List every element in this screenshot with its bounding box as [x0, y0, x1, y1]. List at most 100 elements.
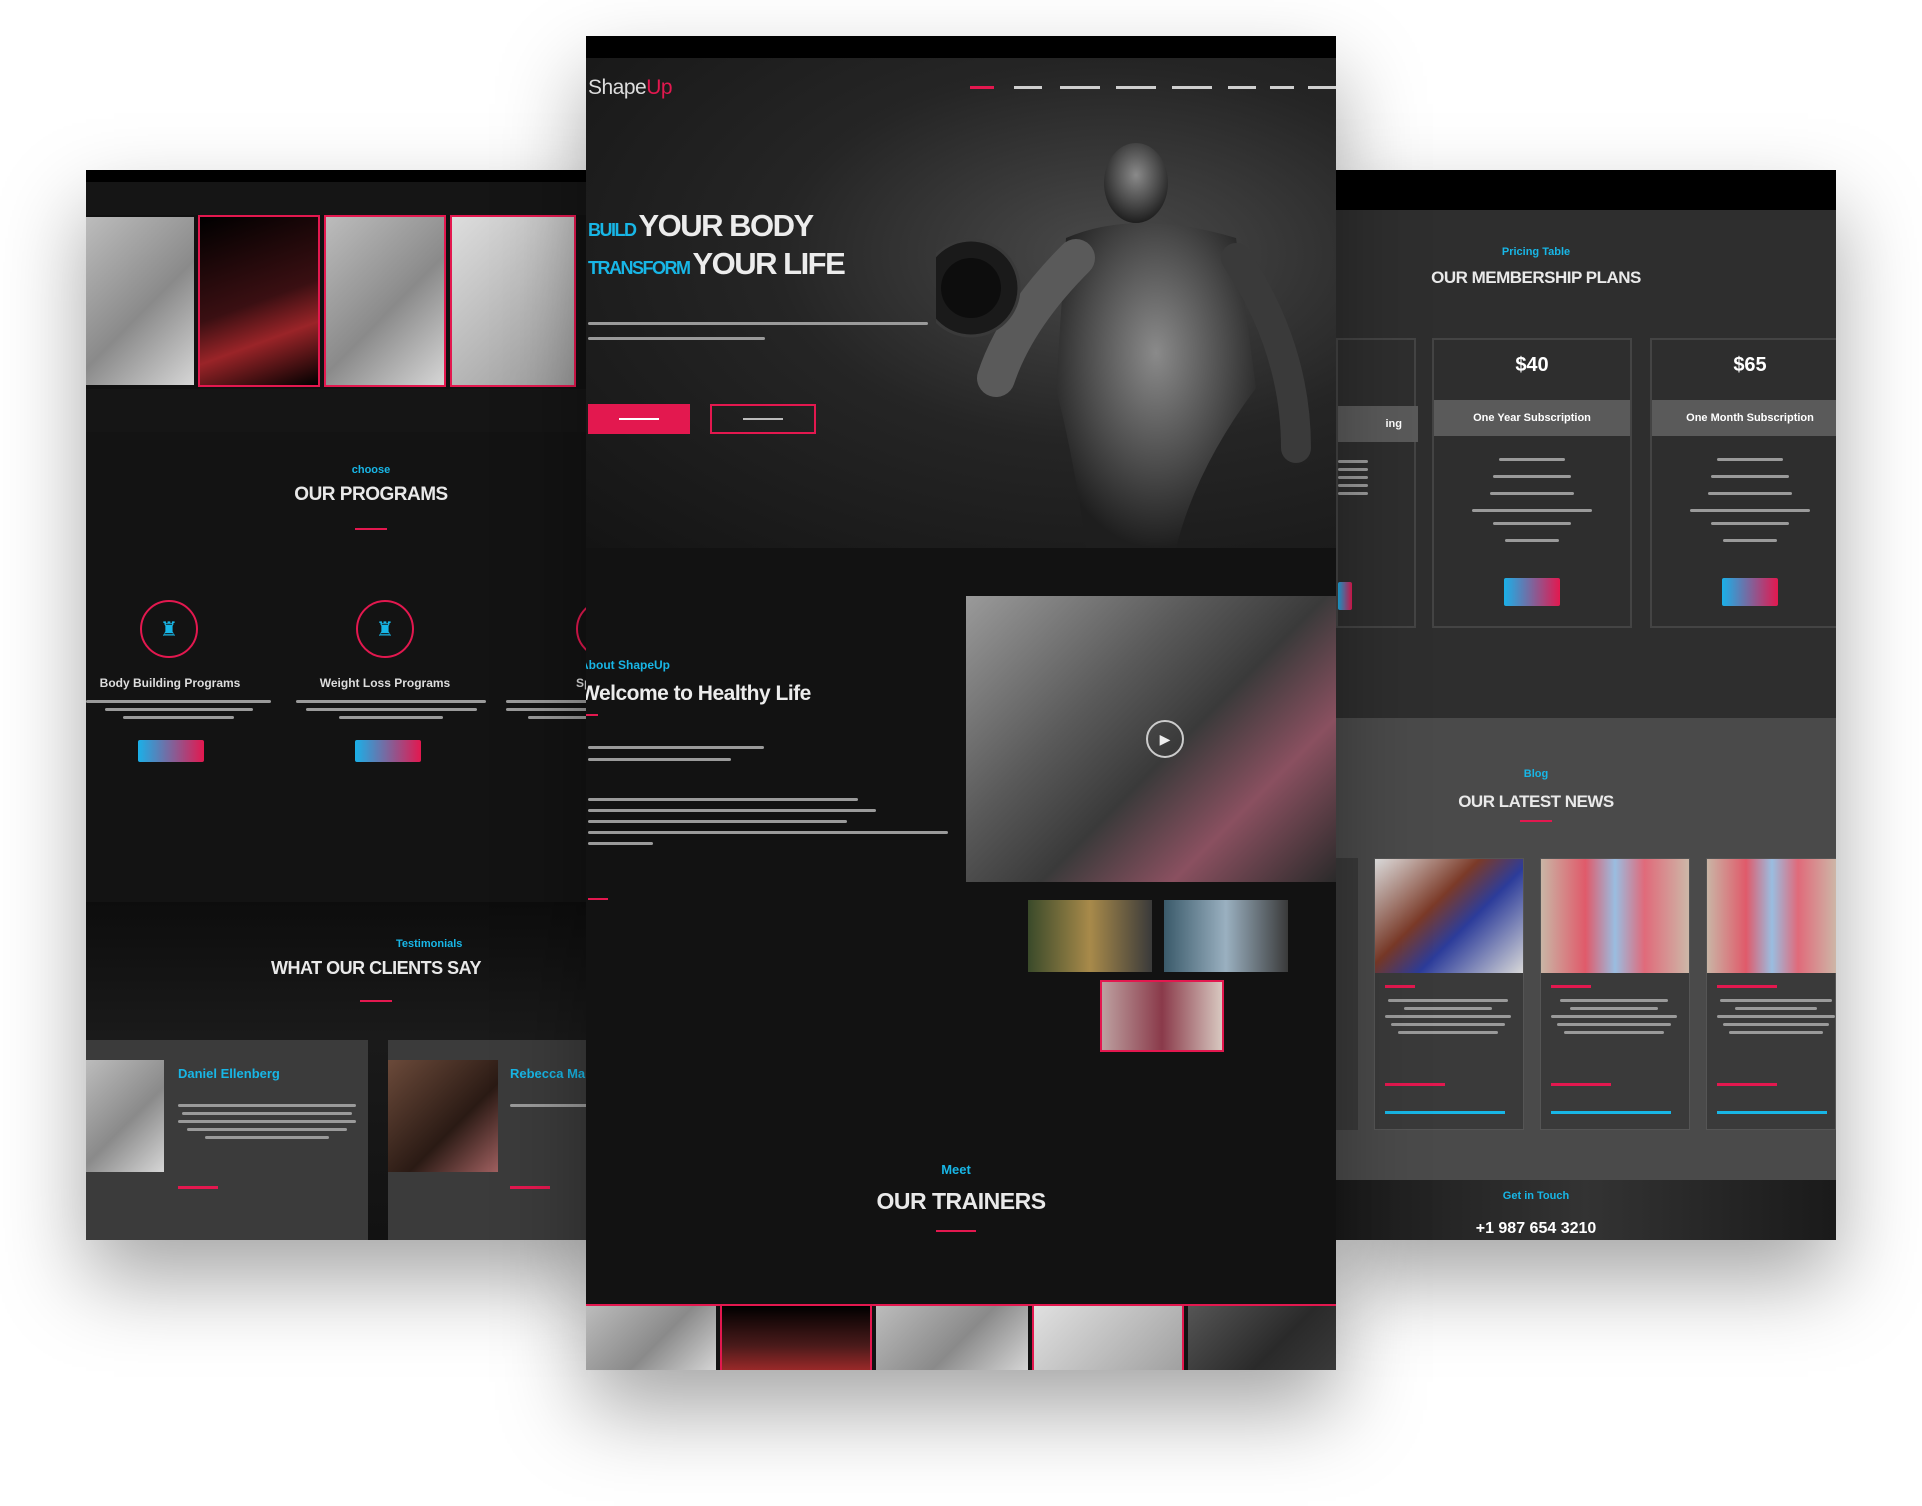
program-card: ♜ Body Building Programs: [86, 600, 296, 762]
news-footer: [1551, 1111, 1671, 1114]
programs-section: choose OUR PROGRAMS ♜ Body Building Prog…: [86, 432, 616, 902]
gallery-thumb[interactable]: [1028, 900, 1152, 972]
client-name: Daniel Ellenberg: [178, 1066, 280, 1081]
program-label: Weight Loss Programs: [319, 676, 451, 690]
program-description: [296, 700, 486, 724]
about-eyebrow: About ShapeUp: [586, 658, 670, 672]
news-card: [1706, 858, 1836, 1130]
center-page-preview: ShapeUp BUILD YOUR BODY TRANSFORM YOUR L…: [586, 36, 1336, 1370]
hero-primary-button[interactable]: [588, 404, 690, 434]
hero-secondary-button[interactable]: [710, 404, 816, 434]
program-read-more-button[interactable]: [138, 740, 204, 762]
trainer-photo[interactable]: [876, 1306, 1028, 1370]
right-top-bar: [1336, 170, 1836, 210]
logo[interactable]: ShapeUp: [588, 76, 673, 100]
news-footer: [1717, 1111, 1827, 1114]
trainers-title-rule: [936, 1230, 976, 1232]
trainers-eyebrow: Meet: [941, 1162, 971, 1177]
trainer-photo: [450, 215, 576, 387]
plan-buy-button[interactable]: [1722, 578, 1778, 606]
hero-line-1-main: YOUR BODY: [638, 208, 814, 243]
athlete-silhouette: [921, 143, 1311, 548]
about-section: About ShapeUp Welcome to Healthy Life ▶: [586, 548, 1336, 1108]
about-title: Welcome to Healthy Life: [586, 682, 811, 705]
about-title-rule: [586, 714, 598, 716]
plan-features: [1338, 460, 1368, 500]
pricing-card: $40 One Year Subscription: [1432, 338, 1632, 628]
program-card: ♜ Weight Loss Programs: [291, 600, 501, 762]
testimonial-card: Daniel Ellenberg: [86, 1040, 368, 1240]
testimonial-meta: [178, 1186, 218, 1189]
dumbbell-icon: ♜: [140, 600, 198, 658]
plan-label: One Month Subscription: [1652, 400, 1836, 436]
news-excerpt: [1717, 999, 1835, 1039]
news-read-more[interactable]: [1551, 1083, 1611, 1086]
program-read-more-button[interactable]: [355, 740, 421, 762]
play-icon[interactable]: ▶: [1146, 720, 1184, 758]
trainer-photo: [198, 215, 320, 387]
contact-section: Get in Touch +1 987 654 3210: [1336, 1180, 1836, 1240]
pricing-section: Pricing Table OUR MEMBERSHIP PLANS ing $…: [1336, 210, 1836, 718]
testimonial-meta: [510, 1186, 550, 1189]
testimonials-title-rule: [360, 1000, 392, 1002]
hero-line-2-main: YOUR LIFE: [692, 246, 845, 281]
trainer-photo[interactable]: [720, 1306, 872, 1370]
right-page-preview: Pricing Table OUR MEMBERSHIP PLANS ing $…: [1336, 170, 1836, 1240]
news-footer: [1385, 1111, 1505, 1114]
gallery-thumb[interactable]: [1100, 980, 1224, 1052]
hero-line-2-accent: TRANSFORM: [588, 258, 691, 278]
trainer-photo[interactable]: [1032, 1306, 1184, 1370]
left-top-bar: [86, 170, 616, 182]
testimonial-card: Rebecca Martin: [388, 1040, 616, 1240]
left-page-preview: choose OUR PROGRAMS ♜ Body Building Prog…: [86, 170, 616, 1240]
news-card: [1336, 858, 1358, 1130]
news-card: [1374, 858, 1524, 1130]
logo-part-2: Up: [646, 76, 673, 99]
plan-buy-button[interactable]: [1504, 578, 1560, 606]
hero-athlete-image: [921, 88, 1336, 548]
testimonials-section: Testimonials WHAT OUR CLIENTS SAY Daniel…: [86, 902, 616, 1240]
about-body: [588, 798, 948, 845]
about-video-thumbnail[interactable]: ▶: [966, 596, 1336, 882]
plan-buy-button[interactable]: [1338, 582, 1352, 610]
pricing-eyebrow: Pricing Table: [1501, 246, 1571, 258]
hero-line-1: BUILD YOUR BODY: [588, 208, 948, 244]
news-read-more[interactable]: [1717, 1083, 1777, 1086]
news-excerpt: [1551, 999, 1677, 1039]
news-image: [1375, 859, 1523, 973]
news-date: [1551, 985, 1591, 988]
program-description: [86, 700, 271, 724]
trainer-photo[interactable]: [1188, 1306, 1336, 1370]
plan-label: One Year Subscription: [1434, 400, 1630, 436]
plan-features: [1472, 458, 1592, 547]
program-label: Body Building Programs: [99, 676, 241, 690]
trainer-photo: [324, 215, 446, 387]
trainers-section: Meet OUR TRAINERS: [586, 1108, 1336, 1370]
pricing-title: OUR MEMBERSHIP PLANS: [1431, 268, 1641, 287]
news-date: [1717, 985, 1777, 988]
trainer-photo-strip: [86, 215, 616, 389]
blog-section: Blog OUR LATEST NEWS: [1336, 718, 1836, 1180]
hero-line-1-accent: BUILD: [588, 220, 637, 240]
hero-description: [588, 322, 928, 340]
dumbbell-icon: ♜: [356, 600, 414, 658]
hero-headline: BUILD YOUR BODY TRANSFORM YOUR LIFE: [588, 208, 948, 282]
about-intro: [588, 746, 808, 761]
testimonial-text: [178, 1104, 356, 1144]
plan-price: $40: [1515, 354, 1549, 376]
pricing-card: $65 One Month Subscription: [1650, 338, 1836, 628]
hero-section: ShapeUp BUILD YOUR BODY TRANSFORM YOUR L…: [586, 58, 1336, 548]
blog-eyebrow: Blog: [1523, 768, 1549, 780]
contact-phone: +1 987 654 3210: [1475, 1220, 1597, 1237]
client-photo: [86, 1060, 164, 1172]
center-top-bar: [586, 36, 1336, 58]
trainer-photo[interactable]: [586, 1306, 716, 1370]
trainers-title: OUR TRAINERS: [876, 1188, 1046, 1214]
news-image: [1707, 859, 1836, 973]
news-image: [1541, 859, 1689, 973]
news-read-more[interactable]: [1385, 1083, 1445, 1086]
plan-label: ing: [1338, 406, 1418, 442]
programs-eyebrow: choose: [351, 464, 391, 476]
gallery-thumb[interactable]: [1164, 900, 1288, 972]
plan-features: [1690, 458, 1810, 547]
